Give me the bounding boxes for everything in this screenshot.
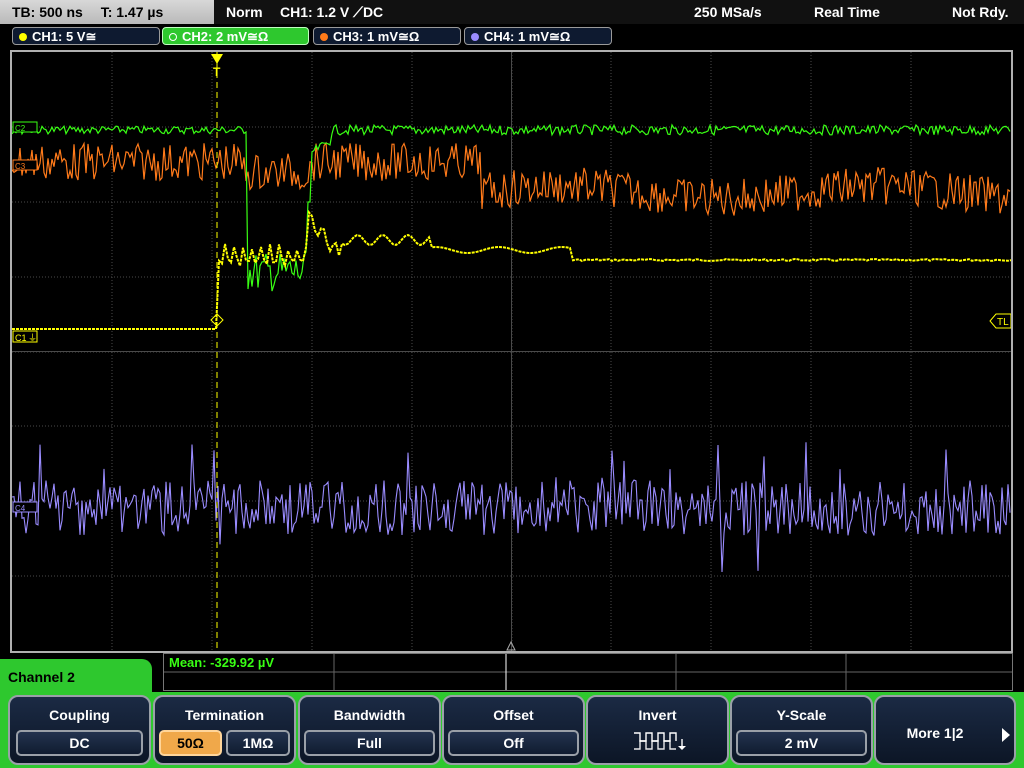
invert-waveform-icon [634, 732, 686, 750]
invert-softkey[interactable]: Invert [586, 695, 729, 765]
yscale-title: Y-Scale [776, 707, 827, 723]
bandwidth-value[interactable]: Full [304, 730, 435, 756]
tab-ch2[interactable]: CH2: 2 mV≅Ω [162, 27, 309, 45]
ch3-marker-label: C3 [15, 162, 26, 171]
offset-value[interactable]: Off [448, 730, 579, 756]
termination-50ohm-option[interactable]: 50Ω [159, 730, 222, 756]
tab-ch3-label: CH3: 1 mV≅Ω [333, 29, 420, 44]
ch4-marker-label: C4 [15, 504, 26, 513]
measurement-panel[interactable]: Mean: -329.92 µV [163, 653, 1013, 691]
ch2-marker-label: C2 [15, 124, 26, 133]
tab-ch2-label: CH2: 2 mV≅Ω [182, 29, 269, 44]
graticule [12, 52, 1011, 651]
ch4-dot-icon [471, 33, 479, 41]
timebase-box[interactable]: TB: 500 ns T: 1.47 µs [0, 0, 214, 24]
trigger-mode[interactable]: Norm [226, 0, 263, 24]
waveform-display[interactable]: T C2 C3 C1 ⏚ C4 TL [10, 50, 1013, 653]
invert-title: Invert [638, 707, 677, 723]
termination-1mohm-option[interactable]: 1MΩ [226, 730, 290, 756]
timebase-value: TB: 500 ns [12, 4, 83, 20]
more-title: More 1|2 [906, 725, 964, 741]
top-status-bar: TB: 500 ns T: 1.47 µs Norm CH1: 1.2 V ⟋D… [0, 0, 1024, 24]
trigger-position-icon[interactable] [211, 54, 223, 64]
termination-title: Termination [184, 707, 265, 723]
ch1-marker-label: C1 [15, 333, 27, 343]
yscale-softkey[interactable]: Y-Scale 2 mV [730, 695, 873, 765]
waveform-canvas: T C2 C3 C1 ⏚ C4 TL [12, 52, 1011, 651]
trigger-level-label: TL [997, 317, 1009, 328]
more-softkey[interactable]: More 1|2 [874, 695, 1016, 765]
ch1-dot-icon [19, 33, 27, 41]
ch2-dot-icon [169, 33, 177, 41]
coupling-softkey[interactable]: Coupling DC [8, 695, 151, 765]
offset-softkey[interactable]: Offset Off [442, 695, 585, 765]
acquisition-mode: Real Time [814, 4, 880, 20]
ch4-offset-marker[interactable]: C4 [12, 501, 38, 513]
trigger-level-marker[interactable]: TL [989, 313, 1011, 329]
channel-menu-title-text: Channel 2 [8, 669, 75, 685]
sample-rate: 250 MSa/s [694, 4, 762, 20]
softkey-menu: Coupling DC Termination 50Ω 1MΩ Bandwidt… [0, 692, 1024, 768]
ch3-offset-marker[interactable]: C3 [12, 159, 38, 171]
tab-ch3[interactable]: CH3: 1 mV≅Ω [313, 27, 461, 45]
next-page-icon [1002, 728, 1010, 742]
bandwidth-title: Bandwidth [333, 707, 406, 723]
trigger-status: Not Rdy. [952, 4, 1009, 20]
acquisition-status: Norm CH1: 1.2 V ⟋DC 250 MSa/s Real Time … [214, 0, 1024, 24]
trigger-position-label: T [213, 65, 221, 79]
trigger-info[interactable]: CH1: 1.2 V ⟋DC [280, 0, 383, 24]
offset-title: Offset [493, 707, 534, 723]
tab-ch1[interactable]: CH1: 5 V≅ [12, 27, 160, 45]
ch3-dot-icon [320, 33, 328, 41]
yscale-value[interactable]: 2 mV [736, 730, 867, 756]
tab-ch4-label: CH4: 1 mV≅Ω [484, 29, 571, 44]
termination-softkey[interactable]: Termination 50Ω 1MΩ [153, 695, 296, 765]
coupling-title: Coupling [49, 707, 110, 723]
bandwidth-softkey[interactable]: Bandwidth Full [298, 695, 441, 765]
trigger-time-value: T: 1.47 µs [100, 4, 164, 20]
tab-ch4[interactable]: CH4: 1 mV≅Ω [464, 27, 612, 45]
ch2-offset-marker[interactable]: C2 [12, 121, 38, 133]
ground-icon: ⏚ [28, 333, 37, 343]
tab-ch1-label: CH1: 5 V≅ [32, 29, 97, 44]
ch1-offset-marker[interactable]: C1 ⏚ [12, 330, 38, 343]
coupling-value[interactable]: DC [16, 730, 143, 756]
measurement-grid [164, 654, 1012, 690]
channel-tabs: CH1: 5 V≅ CH2: 2 mV≅Ω CH3: 1 mV≅Ω CH4: 1… [0, 26, 1024, 48]
